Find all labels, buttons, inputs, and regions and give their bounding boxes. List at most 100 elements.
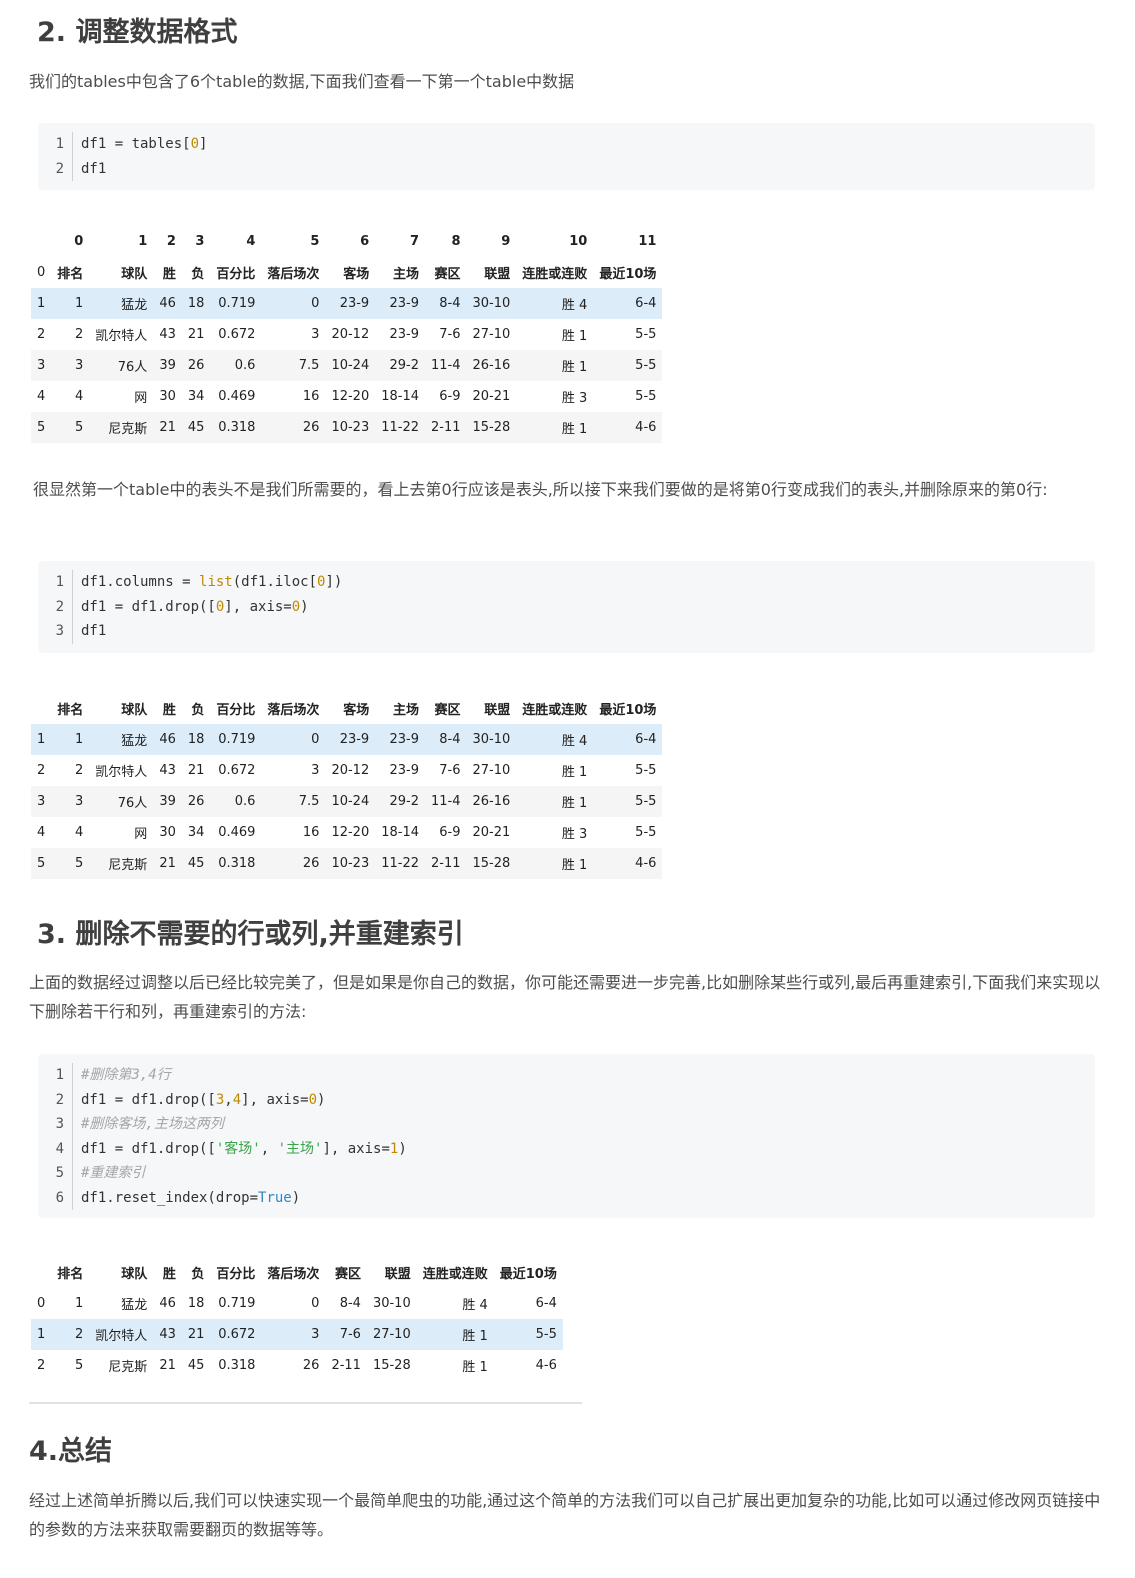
table-cell: 5 — [51, 412, 90, 443]
table-cell: 排名 — [57, 267, 84, 282]
table-cell: 18-14 — [381, 389, 419, 404]
table-cell: 23-9 — [325, 288, 376, 319]
row-index: 5 — [31, 848, 52, 879]
table-cell: 15-28 — [372, 1358, 411, 1373]
line-number: 3 — [38, 619, 73, 644]
column-header: 主场 — [392, 703, 419, 718]
table-cell: 6-4 — [593, 724, 663, 755]
table-cell: 15-28 — [466, 412, 517, 443]
table-cell: 4-6 — [593, 412, 663, 443]
table-cell: 猛龙 — [121, 1298, 148, 1313]
table-cell: 43 — [153, 1319, 182, 1350]
table-cell: 2-11 — [331, 1358, 361, 1373]
code-block-3[interactable]: 1 #删除第3,4行 2 df1 = df1.drop([3,4], axis=… — [38, 1054, 1095, 1218]
column-header: 排名 — [57, 703, 84, 718]
table-cell: 21 — [181, 1319, 211, 1350]
code-line: 2 df1 — [38, 156, 1095, 181]
line-number: 6 — [38, 1185, 73, 1210]
column-header: 落后场次 — [267, 1267, 320, 1282]
table-cell: 23-9 — [375, 288, 425, 319]
table-cell: 11-4 — [425, 350, 467, 381]
column-header: 赛区 — [334, 1267, 361, 1282]
table-cell: 20-21 — [472, 825, 511, 840]
table-cell: 3 — [311, 763, 320, 778]
table-cell: 0.719 — [210, 724, 262, 755]
column-header — [31, 1257, 51, 1288]
table-cell: 30 — [159, 389, 176, 404]
code-line: 4 df1 = df1.drop(['客场', '主场'], axis=1) — [38, 1136, 1095, 1161]
section-3-intro: 上面的数据经过调整以后已经比较完美了，但是如果是你自己的数据，你可能还需要进一步… — [29, 973, 1101, 1021]
table-row: 1 1 猛龙 46 18 0.719 0 23-9 23-9 8-4 30-10 胜 4 6-4 — [31, 724, 663, 755]
table-row: 0 排名 球队胜负百分比 落后场次 客场 主场 赛区 联盟 连胜或连败 最近10场 — [31, 257, 662, 288]
table-cell: 胜 1 — [516, 350, 594, 381]
table-cell: 7-6 — [325, 1319, 367, 1350]
table-cell: 43 — [159, 327, 176, 342]
table-cell: 负 — [191, 267, 205, 282]
table-cell: 27-10 — [366, 1319, 417, 1350]
column-header: 9 — [501, 234, 511, 249]
table-cell: 客场 — [343, 267, 370, 282]
row-index: 0 — [37, 1296, 46, 1311]
column-header — [31, 226, 51, 257]
table-cell: 胜 3 — [561, 827, 588, 842]
table-cell: 45 — [181, 848, 211, 879]
table-cell: 10-23 — [325, 848, 376, 879]
table-cell: 胜 1 — [516, 412, 594, 443]
table-cell: 18 — [181, 288, 211, 319]
row-index: 2 — [37, 327, 46, 342]
table-cell: 4 — [75, 389, 84, 404]
table-cell: 26-16 — [466, 350, 517, 381]
table-cell: 4-6 — [535, 1358, 557, 1373]
table-cell: 1 — [51, 288, 90, 319]
table-cell: 21 — [187, 327, 205, 342]
column-header: 6 — [360, 234, 370, 249]
column-header: 胜 — [162, 1267, 176, 1282]
table-cell: 0.672 — [218, 763, 256, 778]
table-cell: 0 — [261, 724, 326, 755]
table-cell: 12-20 — [331, 389, 370, 404]
table-header-row: 排名 球队胜负百分比 落后场次 赛区 联盟 连胜或连败 最近10场 — [31, 1257, 563, 1288]
column-header: 胜 — [162, 703, 176, 718]
table-cell: 8-4 — [339, 1296, 361, 1311]
table-cell: 胜 1 — [416, 1319, 494, 1350]
table-cell: 76人 — [89, 350, 154, 381]
table-cell: 1 — [51, 724, 90, 755]
table-cell: 30-10 — [466, 288, 517, 319]
table-cell: 3 — [311, 327, 320, 342]
table-cell: 胜 1 — [561, 329, 588, 344]
code-block-1[interactable]: 1 df1 = tables[0] 2 df1 — [38, 123, 1095, 190]
column-header: 1 — [138, 234, 148, 249]
table-cell: 30-10 — [466, 724, 517, 755]
code-line: 2 df1 = df1.drop([3,4], axis=0) — [38, 1087, 1095, 1112]
column-header: 连胜或连败 — [522, 703, 588, 718]
table-row: 5 5 尼克斯 21 45 0.318 26 10-23 11-22 2-11 15-28 胜 1 4-… — [31, 848, 663, 879]
column-header: 百分比 — [216, 703, 256, 718]
table-cell: 7.5 — [261, 350, 326, 381]
line-number: 2 — [38, 1087, 73, 1112]
table-cell: 6-9 — [439, 389, 461, 404]
table-cell: 凯尔特人 — [89, 1319, 154, 1350]
code-text: df1 = df1.drop([0], axis=0) — [81, 598, 309, 615]
table-cell: 胜 1 — [516, 848, 594, 879]
table-cell: 45 — [187, 1358, 205, 1373]
table-cell: 2 — [75, 763, 84, 778]
column-header: 0 — [74, 234, 84, 249]
code-block-2[interactable]: 1 df1.columns = list(df1.iloc[0]) 2 df1 … — [38, 561, 1095, 653]
table-cell: 23-9 — [375, 724, 425, 755]
row-index: 0 — [37, 265, 46, 280]
table-cell: 联盟 — [484, 267, 511, 282]
column-header: 8 — [451, 234, 461, 249]
table-cell: 46 — [159, 1296, 176, 1311]
row-index: 1 — [31, 1319, 52, 1350]
column-header: 负 — [191, 1267, 205, 1282]
column-header: 落后场次 — [267, 703, 320, 718]
line-number: 1 — [38, 570, 73, 595]
table-cell: 落后场次 — [267, 267, 320, 282]
table-cell: 球队 — [121, 267, 148, 282]
table-cell: 7.5 — [261, 786, 326, 817]
table-cell: 胜 — [162, 267, 176, 282]
column-header: 客场 — [343, 703, 370, 718]
table-cell: 29-2 — [375, 350, 425, 381]
dataframe-table-2: 排名 球队胜负百分比 落后场次 客场 主场 赛区 联盟 连胜或连败 最近10场 1 1 猛龙 46 18… — [31, 693, 663, 879]
row-index: 2 — [37, 1358, 46, 1373]
